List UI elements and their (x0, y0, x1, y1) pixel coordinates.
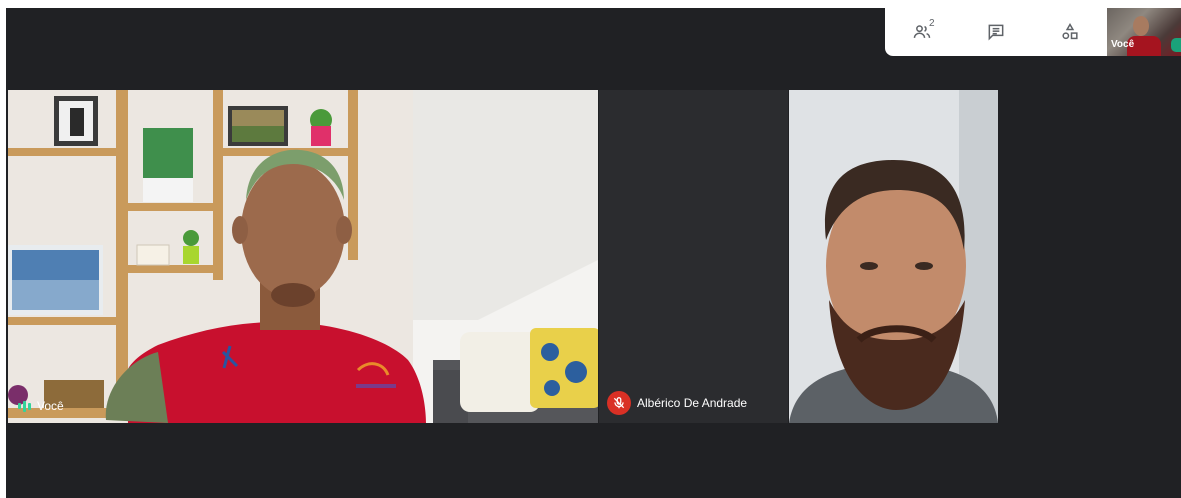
video-tile-self[interactable]: Você (8, 90, 598, 423)
activities-icon (1062, 23, 1078, 40)
audio-indicator (1171, 38, 1181, 52)
meeting-stage: 2 Você Você Albérico De Andrade (6, 8, 1181, 498)
self-thumbnail-label: Você (1111, 39, 1135, 50)
remote-video-feed (789, 90, 998, 423)
thumbnail-person-head (1133, 16, 1149, 36)
mic-off-icon (607, 391, 631, 415)
video-tile-alberico[interactable]: Albérico De Andrade (599, 90, 788, 423)
self-view-thumbnail[interactable]: Você (1107, 8, 1181, 56)
participant-name-label: Albérico De Andrade (607, 391, 747, 415)
chat-icon (988, 24, 1004, 41)
participant-count: 2 (929, 18, 935, 29)
participants-button[interactable]: 2 (885, 8, 959, 56)
self-video-feed (8, 90, 598, 423)
participant-name-text: Albérico De Andrade (637, 396, 748, 410)
audio-level-icon (18, 400, 31, 412)
video-tile-remote-participant[interactable] (789, 90, 998, 423)
activities-button[interactable] (1033, 8, 1107, 56)
top-controls-panel: 2 Você (885, 8, 1181, 56)
chat-button[interactable] (959, 8, 1033, 56)
self-name-text: Você (37, 399, 64, 413)
self-name-label: Você (18, 399, 64, 413)
